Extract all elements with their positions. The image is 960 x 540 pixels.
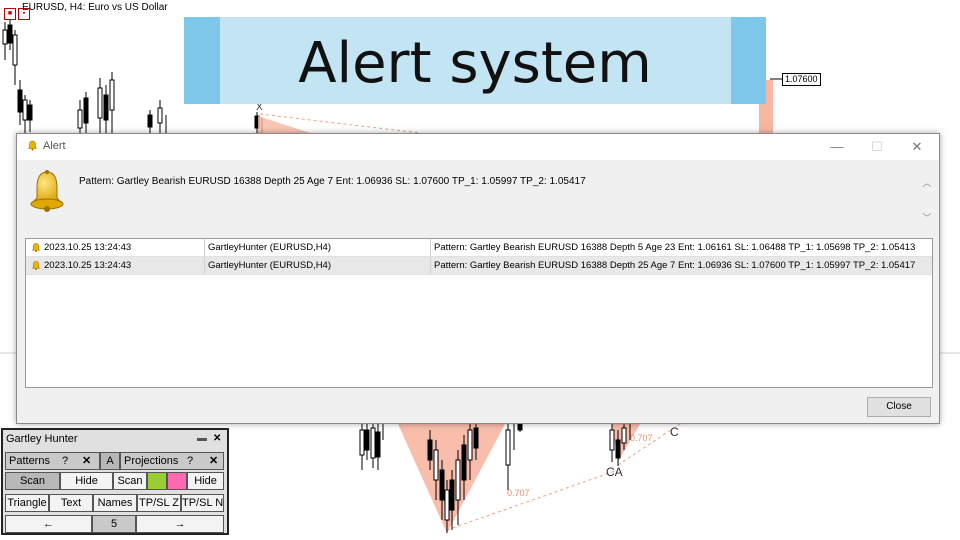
list-item[interactable]: 2023.10.25 13:24:43 GartleyHunter (EURUS… bbox=[26, 239, 932, 257]
row-time: 2023.10.25 13:24:43 bbox=[44, 260, 132, 271]
close-icon[interactable]: ✕ bbox=[209, 453, 218, 469]
alert-message-area: Pattern: Gartley Bearish EURUSD 16388 De… bbox=[17, 160, 939, 236]
column-separator bbox=[430, 257, 431, 274]
banner-text: Alert system bbox=[298, 31, 652, 96]
close-icon[interactable]: ✕ bbox=[82, 453, 91, 469]
names-button[interactable]: Names bbox=[93, 494, 137, 512]
pattern-label-c: C bbox=[670, 425, 679, 439]
row-time: 2023.10.25 13:24:43 bbox=[44, 242, 132, 253]
column-separator bbox=[430, 239, 431, 256]
column-separator bbox=[204, 239, 205, 256]
panel-title: Gartley Hunter bbox=[6, 433, 78, 445]
price-label: 1.07600 bbox=[782, 73, 821, 86]
help-icon[interactable]: ? bbox=[187, 453, 193, 469]
panel-close-icon[interactable]: ✕ bbox=[213, 433, 221, 444]
tpsl-z-button[interactable]: TP/SL Z bbox=[137, 494, 181, 512]
close-window-button[interactable]: ✕ bbox=[903, 137, 931, 157]
scroll-down-icon[interactable]: ﹀ bbox=[921, 211, 933, 224]
candles-left bbox=[2, 18, 167, 140]
ratio-label: 0.707 bbox=[630, 433, 653, 443]
title-banner: Alert system bbox=[184, 17, 766, 104]
minimize-button[interactable]: — bbox=[823, 137, 851, 157]
row-source: GartleyHunter (EURUSD,H4) bbox=[208, 242, 331, 253]
alert-message: Pattern: Gartley Bearish EURUSD 16388 De… bbox=[79, 176, 586, 187]
row-source: GartleyHunter (EURUSD,H4) bbox=[208, 260, 331, 271]
prev-page-button[interactable]: ← bbox=[5, 515, 92, 533]
bell-icon bbox=[31, 243, 41, 253]
alert-history-list[interactable]: 2023.10.25 13:24:43 GartleyHunter (EURUS… bbox=[25, 238, 933, 388]
next-page-button[interactable]: → bbox=[136, 515, 224, 533]
bell-icon bbox=[27, 140, 38, 151]
panel-minimize-icon[interactable]: ▬ bbox=[197, 433, 207, 444]
close-button[interactable]: Close bbox=[867, 397, 931, 417]
bell-icon bbox=[31, 261, 41, 271]
pattern-label-ca: CA bbox=[606, 465, 623, 479]
patterns-tab[interactable]: Patterns ? ✕ bbox=[5, 452, 100, 470]
projections-tab[interactable]: Projections ? ✕ bbox=[120, 452, 224, 470]
column-separator bbox=[204, 257, 205, 274]
chart-title: EURUSD, H4: Euro vs US Dollar bbox=[22, 2, 168, 13]
alert-title: Alert bbox=[43, 140, 66, 152]
green-color-swatch[interactable] bbox=[147, 472, 167, 490]
hide-button[interactable]: Hide bbox=[60, 472, 113, 490]
patterns-label: Patterns bbox=[9, 455, 50, 467]
maximize-button[interactable]: ☐ bbox=[863, 137, 891, 157]
alert-titlebar[interactable]: Alert — ☐ ✕ bbox=[17, 134, 939, 160]
scroll-up-icon[interactable]: ︿ bbox=[921, 176, 933, 189]
text-button[interactable]: Text bbox=[49, 494, 93, 512]
triangle-button[interactable]: Triangle bbox=[5, 494, 49, 512]
list-item[interactable]: 2023.10.25 13:24:43 GartleyHunter (EURUS… bbox=[26, 257, 932, 275]
alert-dialog: Alert — ☐ ✕ Pattern: Gartley Bearish EUR… bbox=[16, 133, 940, 424]
a-button[interactable]: A bbox=[100, 452, 120, 470]
row-message: Pattern: Gartley Bearish EURUSD 16388 De… bbox=[434, 260, 916, 271]
tpsl-n-button[interactable]: TP/SL N bbox=[181, 494, 224, 512]
projections-label: Projections bbox=[124, 455, 179, 467]
ratio-label: 0.707 bbox=[507, 488, 530, 498]
scan-button[interactable]: Scan bbox=[5, 472, 60, 490]
chart-menu-icon[interactable]: ■ bbox=[4, 8, 16, 20]
message-scrollbar[interactable]: ︿ ﹀ bbox=[921, 176, 933, 230]
page-number: 5 bbox=[92, 515, 136, 533]
row-message: Pattern: Gartley Bearish EURUSD 16388 De… bbox=[434, 242, 916, 253]
hide-projections-button[interactable]: Hide bbox=[187, 472, 224, 490]
gartley-hunter-panel: Gartley Hunter ▬ ✕ Patterns ? ✕ A Projec… bbox=[1, 428, 229, 535]
pink-color-swatch[interactable] bbox=[167, 472, 187, 490]
bell-icon bbox=[30, 170, 64, 212]
scan-projections-button[interactable]: Scan bbox=[113, 472, 147, 490]
help-icon[interactable]: ? bbox=[62, 453, 68, 469]
